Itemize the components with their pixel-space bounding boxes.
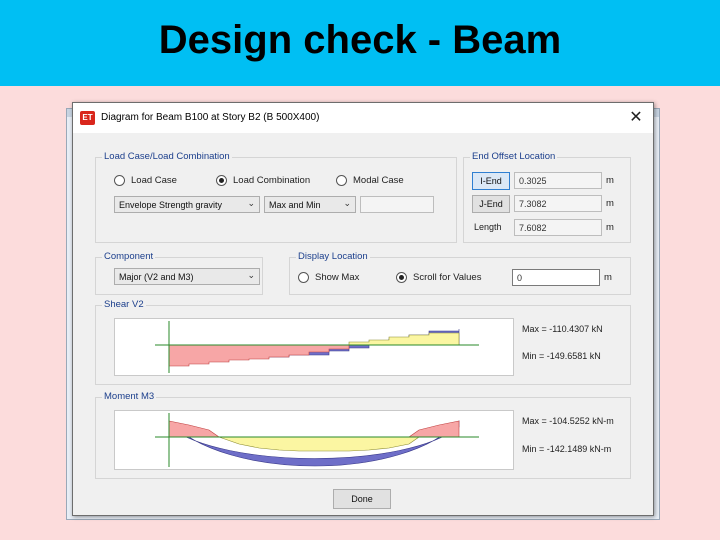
radio-show-max[interactable]: Show Max: [298, 272, 359, 283]
radio-load-combination[interactable]: Load Combination: [216, 175, 310, 186]
shear-min-readout: Min = -149.6581 kN: [522, 351, 601, 361]
radio-scroll-for-values-circle[interactable]: [396, 272, 407, 283]
shear-diagram-svg: [155, 321, 479, 373]
chevron-down-icon: ⌄: [247, 270, 255, 280]
j-end-unit: m: [606, 198, 614, 209]
moment-diagram-svg: [155, 413, 479, 467]
slide-title: Design check - Beam: [158, 18, 562, 62]
moment-group-label: Moment M3: [102, 391, 157, 402]
dialog-title: Diagram for Beam B100 at Story B2 (B 500…: [101, 112, 320, 123]
dialog-titlebar: ET Diagram for Beam B100 at Story B2 (B …: [73, 103, 653, 133]
radio-scroll-for-values[interactable]: Scroll for Values: [396, 272, 481, 283]
radio-load-combination-label: Load Combination: [233, 175, 311, 186]
display-location-group: Display Location Show Max Scroll for Val…: [289, 251, 631, 295]
load-case-group-label: Load Case/Load Combination: [102, 151, 232, 162]
radio-load-case-label: Load Case: [131, 175, 177, 186]
radio-modal-case-label: Modal Case: [353, 175, 404, 186]
display-location-group-label: Display Location: [296, 251, 370, 262]
shear-group-label: Shear V2: [102, 299, 146, 310]
radio-load-case[interactable]: Load Case: [114, 175, 177, 186]
moment-min-readout: Min = -142.1489 kN-m: [522, 444, 612, 454]
end-offset-group-label: End Offset Location: [470, 151, 558, 162]
radio-modal-case-circle[interactable]: [336, 175, 347, 186]
i-end-button[interactable]: I-End: [472, 172, 510, 190]
end-offset-group: End Offset Location I-End 0.3025 m J-End…: [463, 151, 631, 243]
radio-show-max-label: Show Max: [315, 272, 360, 283]
moment-negative-left: [168, 420, 220, 438]
shear-group: Shear V2 Max = -110.4307 kN Min = -149.6…: [95, 299, 631, 385]
component-select-value: Major (V2 and M3): [119, 272, 194, 282]
etabs-app-icon: ET: [80, 111, 95, 125]
moment-diagram[interactable]: [114, 410, 514, 470]
component-group-label: Component: [102, 251, 156, 262]
moment-group: Moment M3 Max = -104.5252 kN-m Min = -14…: [95, 391, 631, 479]
radio-show-max-circle[interactable]: [298, 272, 309, 283]
chevron-down-icon: ⌄: [343, 198, 351, 208]
shear-diagram[interactable]: [114, 318, 514, 376]
length-label: Length: [474, 222, 502, 232]
i-end-unit: m: [606, 175, 614, 186]
radio-modal-case[interactable]: Modal Case: [336, 175, 404, 186]
load-case-group: Load Case/Load Combination Load Case Loa…: [95, 151, 457, 243]
envelope-type-select-value: Max and Min: [269, 200, 321, 210]
moment-positive-region: [218, 436, 420, 452]
step-field[interactable]: [360, 196, 434, 213]
location-unit: m: [604, 272, 612, 283]
j-end-button[interactable]: J-End: [472, 195, 510, 213]
close-icon[interactable]: ✕: [625, 107, 647, 129]
done-button[interactable]: Done: [333, 489, 391, 509]
component-group: Component Major (V2 and M3) ⌄: [95, 251, 263, 295]
i-end-value: 0.3025: [514, 172, 602, 189]
load-combination-select-value: Envelope Strength gravity: [119, 200, 223, 210]
length-unit: m: [606, 222, 614, 233]
component-select[interactable]: Major (V2 and M3) ⌄: [114, 268, 260, 285]
moment-negative-right: [408, 420, 460, 438]
chevron-down-icon: ⌄: [247, 198, 255, 208]
length-value: 7.6082: [514, 219, 602, 236]
shear-negative-region: [168, 344, 350, 367]
radio-scroll-for-values-label: Scroll for Values: [413, 272, 482, 283]
location-input[interactable]: 0: [512, 269, 600, 286]
beam-diagram-dialog: ET Diagram for Beam B100 at Story B2 (B …: [72, 102, 654, 516]
moment-max-readout: Max = -104.5252 kN-m: [522, 416, 614, 426]
shear-positive-region: [329, 332, 460, 346]
envelope-type-select[interactable]: Max and Min ⌄: [264, 196, 356, 213]
load-combination-select[interactable]: Envelope Strength gravity ⌄: [114, 196, 260, 213]
radio-load-combination-circle[interactable]: [216, 175, 227, 186]
j-end-value: 7.3082: [514, 195, 602, 212]
radio-load-case-circle[interactable]: [114, 175, 125, 186]
shear-max-readout: Max = -110.4307 kN: [522, 324, 603, 334]
